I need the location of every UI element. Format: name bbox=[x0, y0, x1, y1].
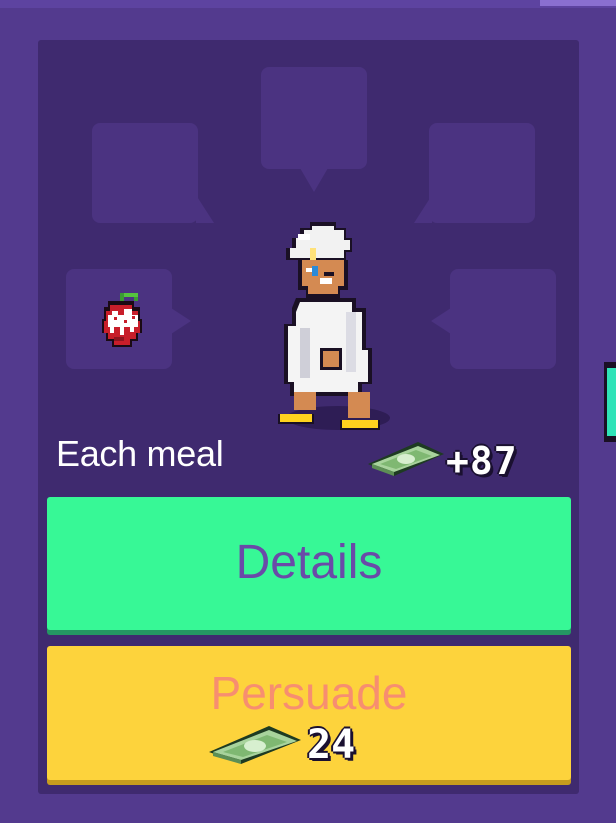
order-slot-top bbox=[261, 67, 367, 169]
top-bar bbox=[0, 0, 616, 8]
strawberry-icon bbox=[102, 293, 142, 347]
cash-bill-icon bbox=[368, 442, 444, 476]
persuade-button[interactable]: Persuade 24 bbox=[47, 646, 571, 780]
persuade-cost: 24 bbox=[207, 720, 407, 770]
order-slot-top-left-tail bbox=[196, 195, 214, 223]
order-slot-right bbox=[450, 269, 556, 369]
chef-customer-sprite bbox=[278, 222, 390, 430]
order-slot-top-right-tail bbox=[414, 195, 432, 223]
customer-card: Each meal +87 Details Persuade 24 bbox=[38, 40, 579, 794]
order-slot-top-right bbox=[429, 123, 535, 223]
next-arrow-icon[interactable] bbox=[604, 362, 616, 442]
order-slot-left-tail bbox=[171, 308, 191, 334]
details-button-label: Details bbox=[235, 536, 383, 589]
details-button[interactable]: Details bbox=[47, 497, 571, 630]
order-slot-top-tail bbox=[300, 168, 328, 192]
income-display: +87 bbox=[366, 438, 536, 484]
top-bar-highlight bbox=[540, 0, 616, 6]
income-caption: Each meal bbox=[56, 433, 224, 474]
persuade-cost-value: 24 bbox=[307, 722, 356, 768]
order-slot-right-tail bbox=[431, 308, 451, 334]
cash-bill-icon bbox=[209, 726, 301, 764]
income-value: +87 bbox=[446, 439, 518, 483]
order-slot-top-left bbox=[92, 123, 198, 223]
persuade-button-label: Persuade bbox=[210, 667, 408, 719]
